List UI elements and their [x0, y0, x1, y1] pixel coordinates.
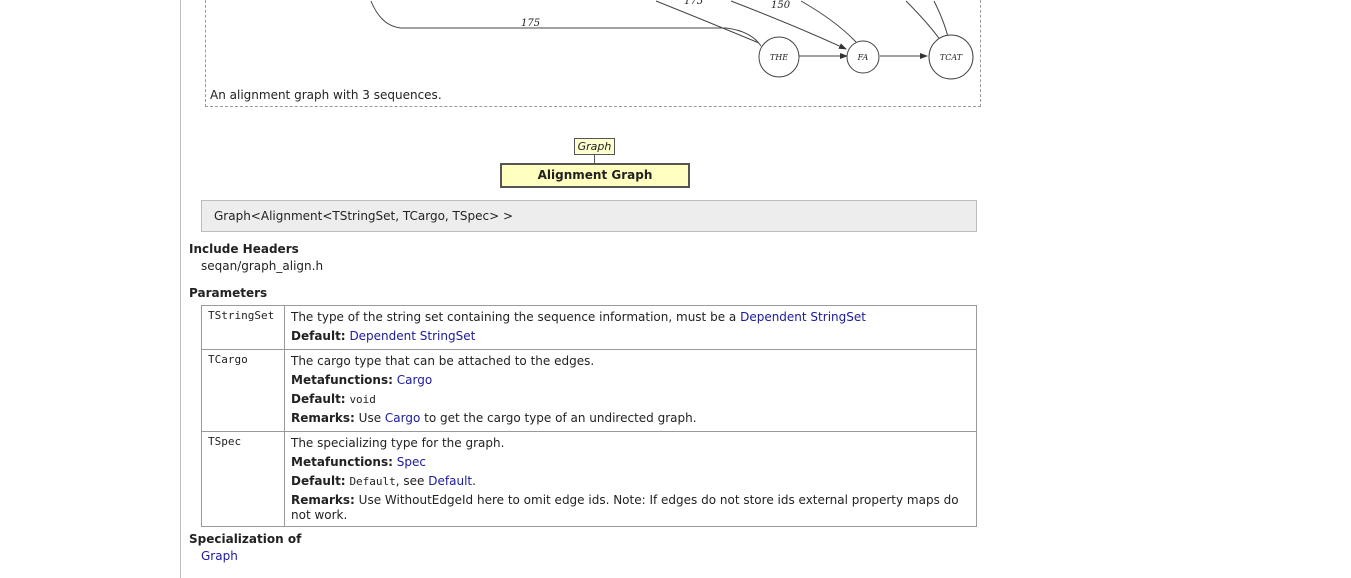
cargo-remarks-link[interactable]: Cargo [385, 411, 420, 425]
param-name: TSpec [201, 431, 285, 527]
node-label: THE [770, 53, 788, 62]
parameters-title: Parameters [189, 286, 268, 300]
specialization-value: Graph [201, 549, 238, 563]
spec-metafunction-link[interactable]: Spec [397, 455, 426, 469]
signature-box: Graph<Alignment<TStringSet, TCargo, TSpe… [201, 200, 977, 232]
page-left-border [180, 0, 181, 578]
param-default-line: Default: Default, see Default. [291, 472, 970, 491]
default-label: Default: [291, 474, 346, 488]
dependent-stringset-link[interactable]: Dependent StringSet [740, 310, 866, 324]
param-remarks-line: Remarks: Use Cargo to get the cargo type… [291, 409, 970, 428]
param-desc-line: The cargo type that can be attached to t… [291, 354, 595, 368]
remarks-text: Use [358, 411, 382, 425]
param-default-line: Default: void [291, 390, 970, 409]
remarks-text: to get the cargo type of an undirected g… [424, 411, 697, 425]
metafunctions-label: Metafunctions: [291, 455, 393, 469]
default-text: . [472, 474, 476, 488]
parameters-table: TStringSet The type of the string set co… [201, 305, 977, 527]
param-description: The type of the string set containing th… [284, 305, 977, 350]
include-headers-title: Include Headers [189, 242, 299, 256]
param-remarks-line: Remarks: Use WithoutEdgeId here to omit … [291, 491, 970, 523]
default-label: Default: [291, 392, 346, 406]
graph-edge [933, 0, 949, 38]
default-code: void [349, 393, 376, 406]
table-row: TStringSet The type of the string set co… [201, 305, 977, 350]
node-label: FA [857, 53, 869, 62]
edge-label: 175 [684, 0, 703, 7]
graph-edge [800, 0, 857, 43]
table-row: TSpec The specializing type for the grap… [201, 431, 977, 527]
param-desc-text: The type of the string set containing th… [291, 310, 737, 324]
param-name: TStringSet [201, 305, 285, 350]
param-meta-line: Metafunctions: Cargo [291, 371, 970, 390]
cargo-metafunction-link[interactable]: Cargo [397, 373, 432, 387]
specialization-title: Specialization of [189, 532, 302, 546]
default-label: Default: [291, 329, 346, 343]
alignment-graph-figure: 175 175 150 THE FA TCAT An alignment gra… [205, 0, 981, 107]
remarks-text: Use WithoutEdgeId here to omit edge ids.… [291, 493, 959, 522]
default-text: , see [395, 474, 425, 488]
table-row: TCargo The cargo type that can be attach… [201, 349, 977, 432]
graph-edge [905, 0, 942, 42]
param-description: The specializing type for the graph. Met… [284, 431, 977, 527]
graph-specialization-link[interactable]: Graph [201, 549, 238, 563]
default-tag-link[interactable]: Default [428, 474, 472, 488]
param-description: The cargo type that can be attached to t… [284, 349, 977, 432]
node-label: TCAT [940, 53, 963, 62]
default-dependent-stringset-link[interactable]: Dependent StringSet [349, 329, 475, 343]
edge-label: 175 [521, 18, 540, 29]
param-meta-line: Metafunctions: Spec [291, 453, 970, 472]
remarks-label: Remarks: [291, 493, 355, 507]
edge-label: 150 [771, 0, 791, 11]
param-default-line: Default: Dependent StringSet [291, 327, 970, 346]
graph-edge [655, 0, 760, 44]
metafunctions-label: Metafunctions: [291, 373, 393, 387]
include-headers-value: seqan/graph_align.h [201, 259, 324, 273]
default-code: Default [349, 475, 396, 488]
graph-edge [370, 0, 762, 47]
param-desc-line: The type of the string set containing th… [291, 308, 970, 327]
hierarchy-parent-node[interactable]: Graph [574, 138, 615, 155]
param-desc-line: The specializing type for the graph. [291, 436, 505, 450]
hierarchy-current-node: Alignment Graph [500, 163, 690, 188]
remarks-label: Remarks: [291, 411, 355, 425]
param-name: TCargo [201, 349, 285, 432]
figure-caption: An alignment graph with 3 sequences. [210, 88, 442, 102]
